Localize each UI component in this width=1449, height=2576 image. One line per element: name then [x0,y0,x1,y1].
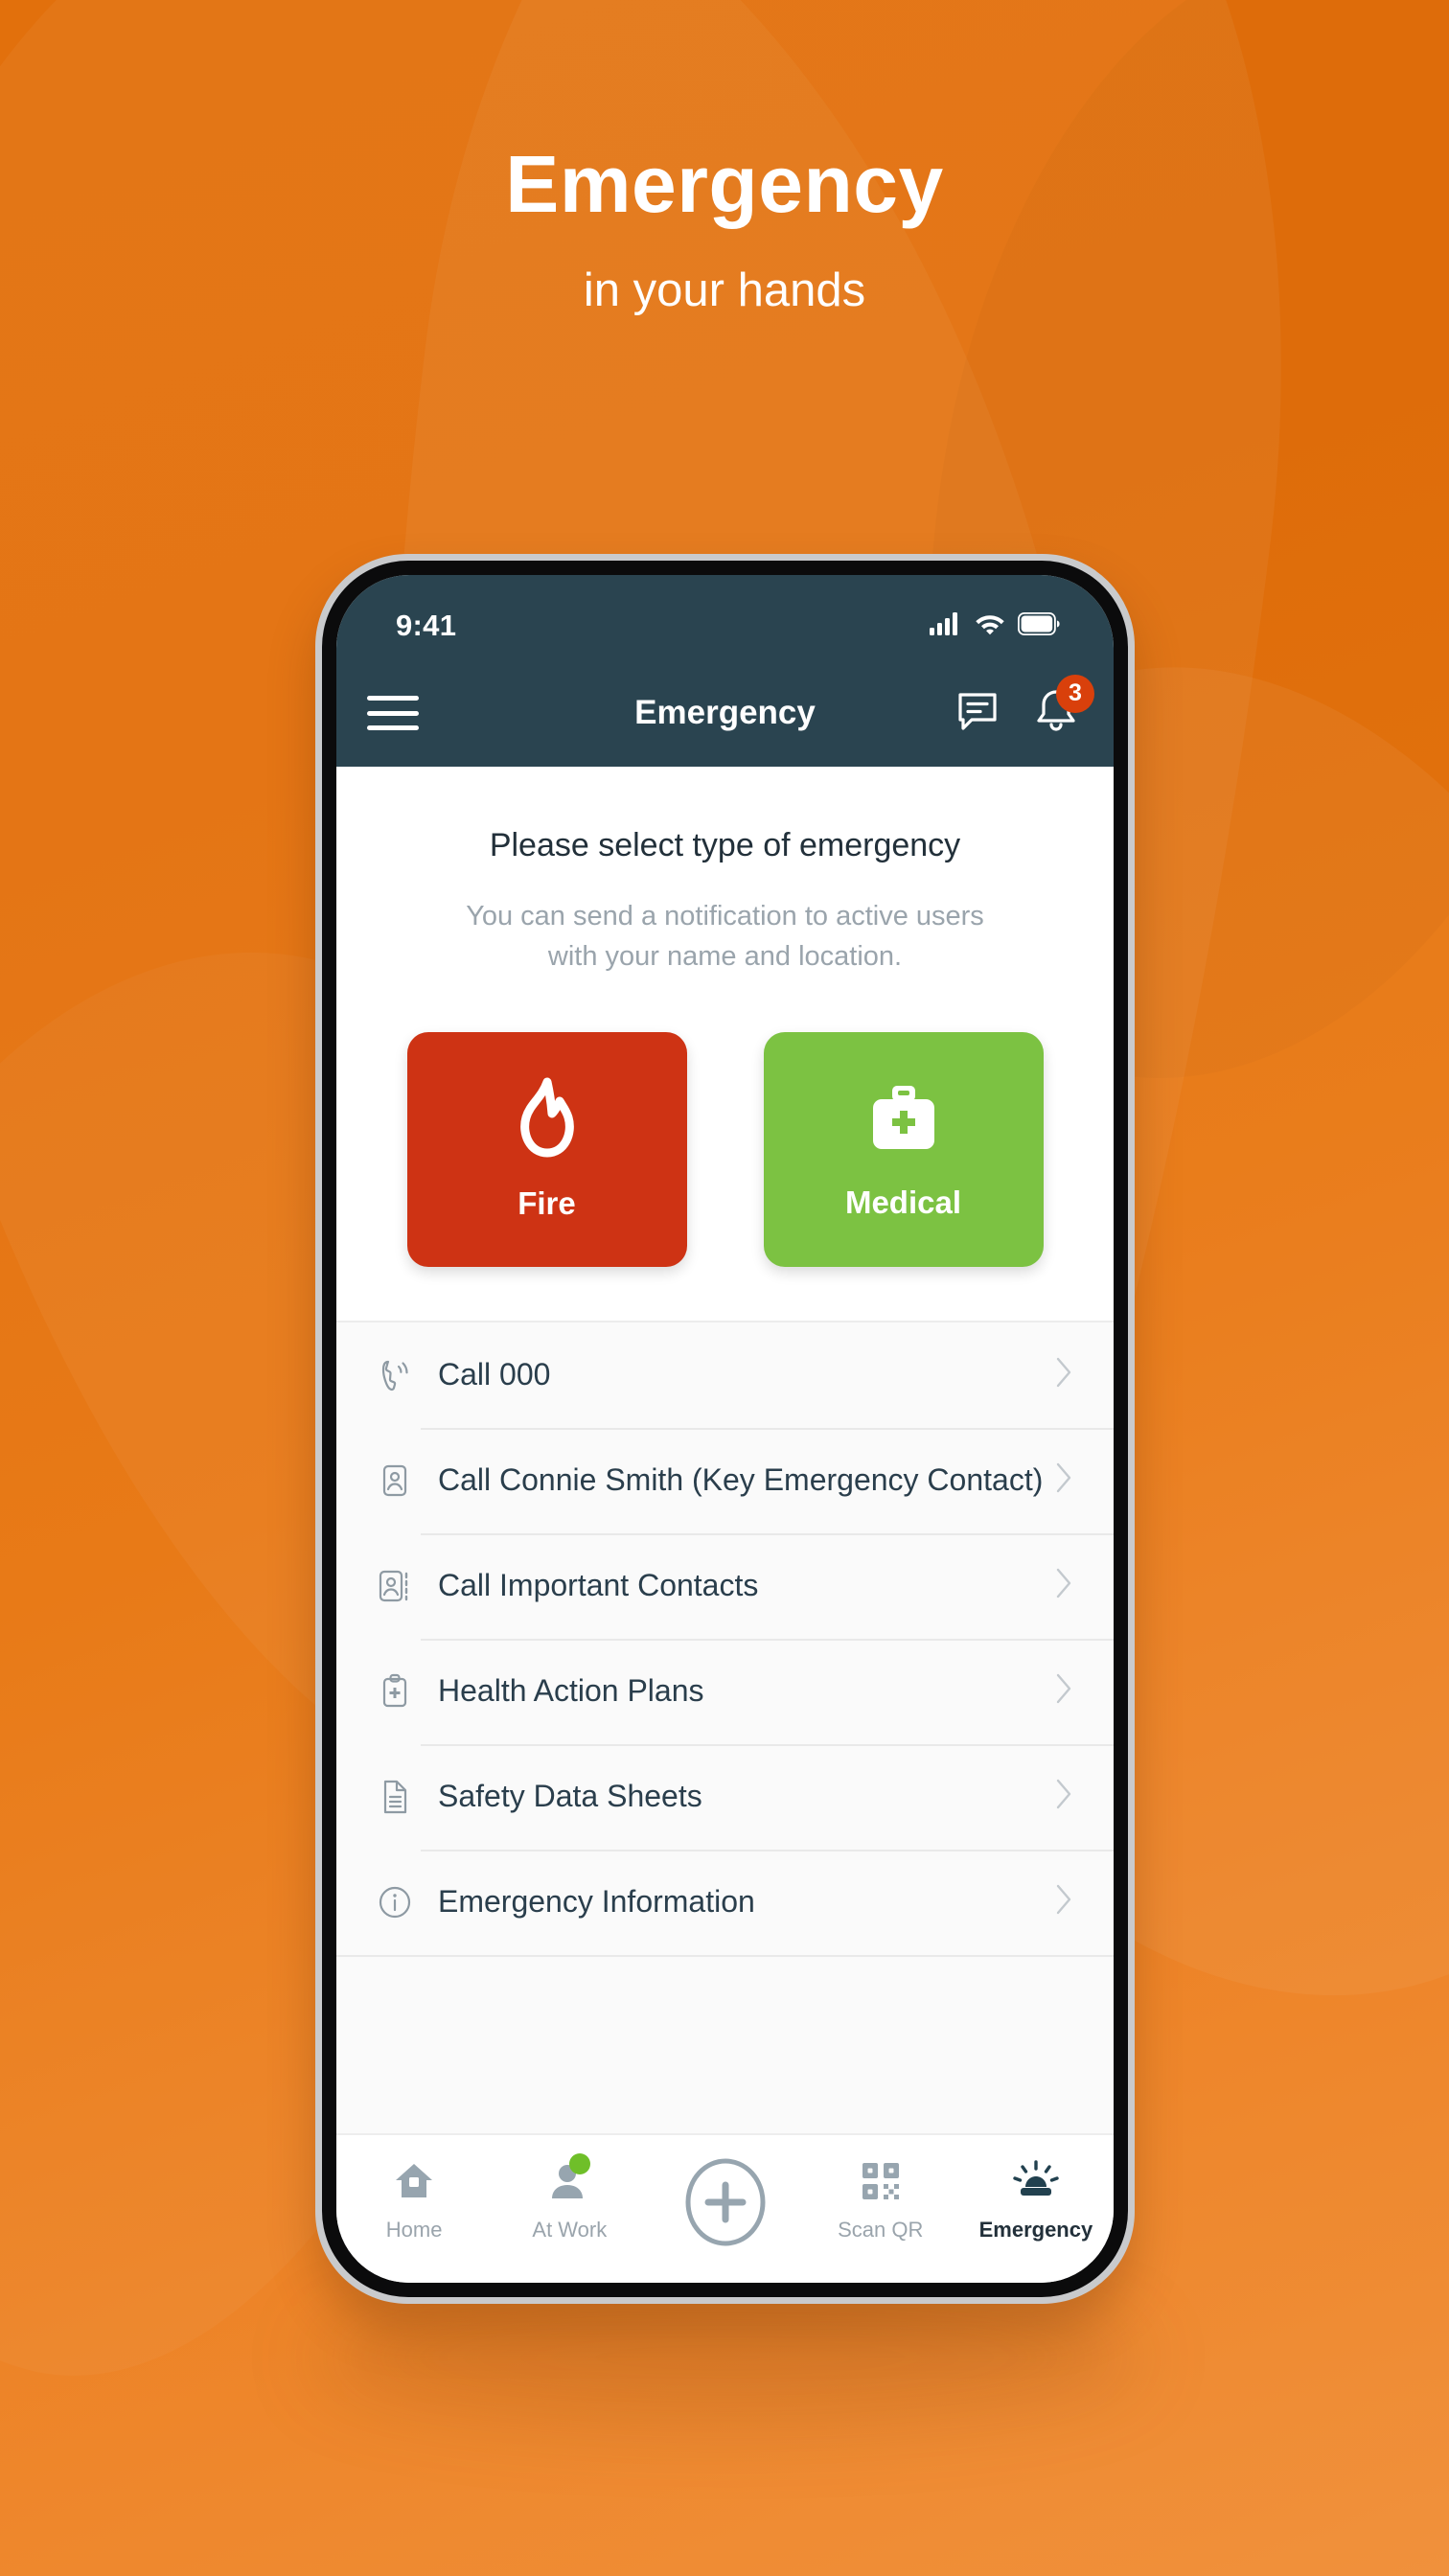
phone-screen: 9:41 Emergency 3 Please select type of e… [336,575,1114,2283]
list-item-call-000[interactable]: Call 000 [336,1322,1114,1428]
clipboard-medical-icon [369,1672,421,1711]
chat-message-icon[interactable] [954,688,1000,739]
list-item-label: Call Important Contacts [438,1568,759,1603]
chevron-right-icon [1054,1883,1073,1920]
hero-title: Emergency [505,139,944,229]
list-item-label: Call Connie Smith (Key Emergency Contact… [438,1462,1044,1498]
list-item-call-important-contacts[interactable]: Call Important Contacts [336,1532,1114,1639]
list-item-health-action-plans[interactable]: Health Action Plans [336,1638,1114,1744]
tab-emergency-label: Emergency [978,2218,1093,2242]
add-button[interactable] [647,2156,802,2253]
home-icon [392,2156,436,2206]
emergency-action-list: Call 000 Call Connie Smith (Key Emergenc… [336,1320,1114,2133]
bottom-tab-bar: Home At Work Scan QR Emergency [336,2133,1114,2283]
select-heading: Please select type of emergency [489,827,961,863]
info-circle-icon [369,1883,421,1921]
select-description: You can send a notification to active us… [336,896,1114,977]
hero-subtitle: in your hands [583,264,866,316]
select-description-line-1: You can send a notification to active us… [466,900,984,932]
contacts-list-icon [369,1567,421,1605]
emergency-type-fire-label: Fire [518,1184,576,1221]
tab-scan-qr[interactable]: Scan QR [803,2156,958,2242]
phone-mockup: 9:41 Emergency 3 Please select type of e… [315,554,1135,2304]
app-bar-actions: 3 [954,674,1094,740]
app-bar: Emergency 3 [336,659,1114,767]
select-description-line-2: with your name and location. [547,940,903,972]
device-drop-shadow [316,2295,1140,2420]
qr-code-icon [860,2156,902,2206]
first-aid-kit-icon [862,1078,946,1167]
tab-at-work-label: At Work [532,2218,608,2242]
person-icon [547,2153,591,2206]
notification-bell-icon[interactable]: 3 [1033,674,1094,740]
tab-home-label: Home [385,2218,443,2242]
plus-circle-icon [679,2156,771,2253]
siren-icon [1012,2156,1060,2206]
cellular-signal-icon [930,611,962,640]
emergency-select-section: Please select type of emergency You can … [336,767,1114,1321]
status-bar: 9:41 [336,575,1114,659]
emergency-type-buttons: Fire Medical [336,1031,1114,1267]
emergency-type-medical-label: Medical [844,1184,962,1220]
battery-icon [1017,611,1060,640]
list-item-label: Safety Data Sheets [438,1779,702,1814]
flame-icon [507,1077,587,1168]
chevron-right-icon [1054,1778,1073,1815]
chevron-right-icon [1054,1567,1073,1604]
chevron-right-icon [1054,1356,1073,1393]
status-bar-icons [930,611,1060,640]
wifi-icon [975,612,1005,640]
list-item-call-key-contact[interactable]: Call Connie Smith (Key Emergency Contact… [336,1427,1114,1533]
chevron-right-icon [1054,1672,1073,1710]
emergency-type-fire-button[interactable]: Fire [406,1031,687,1267]
notification-badge-count: 3 [1056,674,1094,713]
document-icon [369,1778,421,1816]
tab-at-work[interactable]: At Work [492,2153,647,2242]
list-item-label: Call 000 [438,1357,551,1392]
promo-screenshot: Emergency in your hands 9:41 Emergency 3… [0,0,1449,2576]
list-item-emergency-information[interactable]: Emergency Information [336,1849,1114,1955]
tab-scan-qr-label: Scan QR [838,2218,924,2242]
list-item-safety-data-sheets[interactable]: Safety Data Sheets [336,1743,1114,1850]
phone-ringing-icon [369,1356,421,1394]
emergency-type-medical-button[interactable]: Medical [763,1031,1044,1267]
phone-bezel: 9:41 Emergency 3 Please select type of e… [322,561,1128,2297]
contact-card-icon [369,1461,421,1500]
chevron-right-icon [1054,1461,1073,1499]
tab-emergency[interactable]: Emergency [958,2156,1114,2242]
list-item-label: Health Action Plans [438,1673,704,1709]
hamburger-menu-icon[interactable] [367,692,419,734]
status-bar-time: 9:41 [396,609,457,642]
list-item-label: Emergency Information [438,1884,755,1920]
tab-home[interactable]: Home [336,2156,492,2242]
list-bottom-divider [336,1954,1114,1957]
hero-copy: Emergency in your hands [0,144,1449,314]
